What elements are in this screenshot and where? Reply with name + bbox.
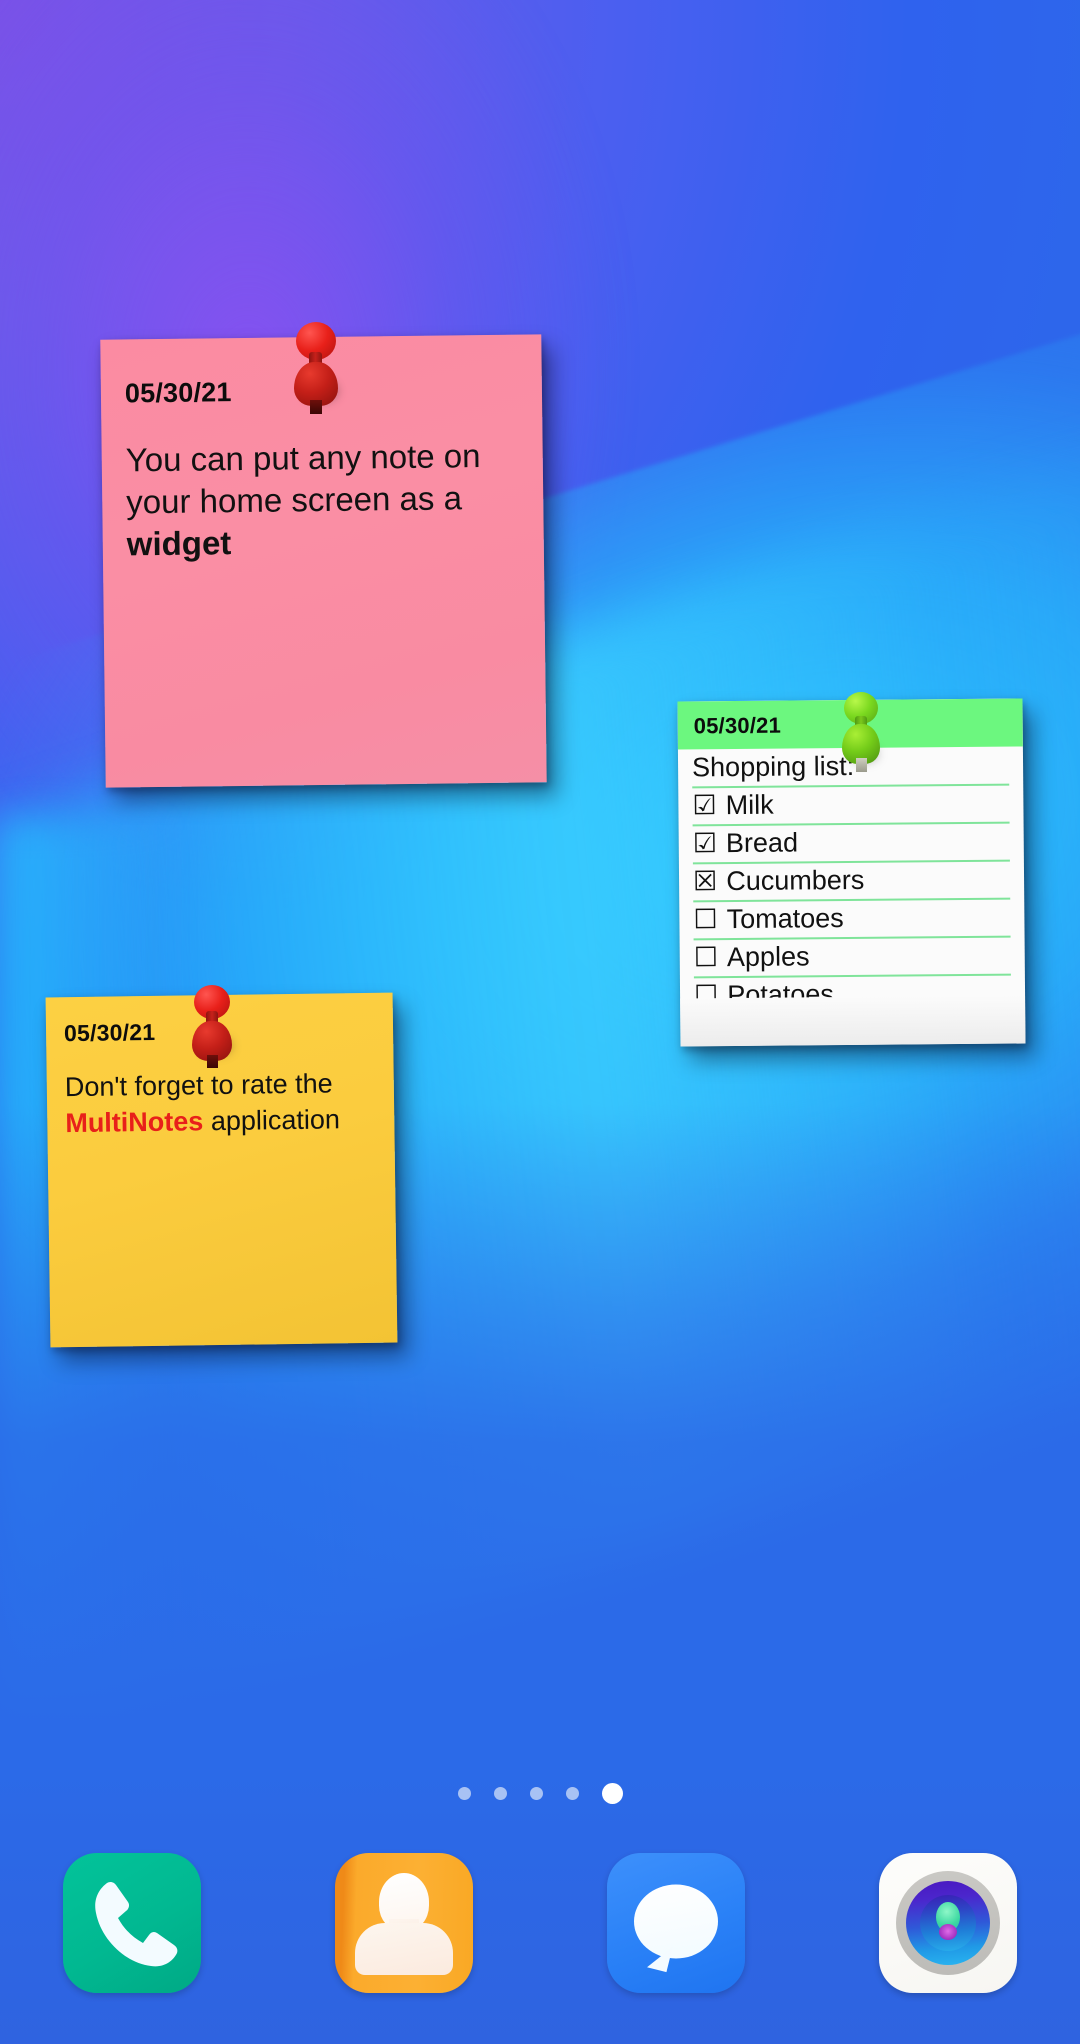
list-item-label: Cucumbers	[726, 864, 865, 897]
shopping-list-title: Shopping list:	[691, 746, 1010, 789]
note-yellow-body-suffix: application	[203, 1104, 341, 1137]
note-pink-date: 05/30/21	[124, 377, 232, 409]
speech-bubble-tail	[638, 1939, 673, 1973]
checkbox-crossed-icon[interactable]: ☒	[693, 864, 718, 899]
camera-lens-inner	[920, 1895, 976, 1951]
dock-item-camera[interactable]	[879, 1853, 1017, 1993]
shopping-list: Shopping list: ☑ Milk ☑ Bread ☒ Cucumber…	[678, 746, 1025, 1017]
checkbox-empty-icon[interactable]: ☐	[693, 902, 718, 937]
phone-icon[interactable]	[63, 1853, 201, 1993]
checkbox-icon[interactable]: ☑	[692, 788, 717, 823]
checkbox-empty-icon[interactable]: ☐	[694, 940, 719, 975]
list-item-label: Milk	[725, 789, 774, 821]
note-pink-body-text: You can put any note on your home screen…	[125, 437, 481, 521]
list-item-label: Tomatoes	[726, 903, 844, 935]
dock-item-phone[interactable]	[63, 1853, 201, 1993]
contacts-body-glyph	[355, 1923, 453, 1975]
dock-item-messages[interactable]	[607, 1853, 745, 1993]
page-indicator	[0, 1783, 1080, 1804]
list-item-label: Apples	[726, 941, 810, 973]
note-widget-green-shopping-list[interactable]: 05/30/21 Shopping list: ☑ Milk ☑ Bread ☒…	[677, 698, 1026, 1047]
camera-lens	[906, 1881, 990, 1965]
note-green-date: 05/30/21	[693, 712, 782, 739]
messages-icon[interactable]	[607, 1853, 745, 1993]
note-pink-body-bold: widget	[126, 524, 232, 563]
page-dot-1[interactable]	[457, 1787, 471, 1800]
camera-ring	[896, 1871, 1000, 1975]
page-dot-4[interactable]	[565, 1787, 579, 1800]
dock	[0, 1853, 1080, 2003]
note-yellow-date: 05/30/21	[63, 1018, 156, 1047]
page-dot-3[interactable]	[529, 1787, 543, 1800]
note-yellow-app-name: MultiNotes	[65, 1106, 204, 1139]
note-yellow-body-prefix: Don't forget to rate the	[64, 1068, 333, 1103]
note-widget-yellow[interactable]: 05/30/21 Don't forget to rate the MultiN…	[45, 992, 398, 1348]
camera-icon[interactable]	[879, 1853, 1017, 1993]
phone-glyph	[95, 1881, 178, 1967]
list-item[interactable]: ☐ Apples	[693, 937, 1011, 979]
contacts-icon[interactable]	[335, 1853, 473, 1993]
page-dot-5-active[interactable]	[601, 1783, 623, 1804]
note-pink-body: You can put any note on your home screen…	[125, 435, 525, 566]
note-widget-pink[interactable]: 05/30/21 You can put any note on your ho…	[100, 334, 547, 788]
page-dot-2[interactable]	[493, 1787, 507, 1800]
checkbox-icon[interactable]: ☑	[693, 826, 718, 861]
list-item[interactable]: ☑ Bread	[692, 823, 1010, 865]
note-green-bottom-fade	[680, 995, 1026, 1047]
dock-item-contacts[interactable]	[335, 1853, 473, 1993]
list-item[interactable]: ☐ Tomatoes	[693, 899, 1011, 941]
camera-lens-accent	[939, 1924, 957, 1941]
note-yellow-body: Don't forget to rate the MultiNotes appl…	[65, 1065, 384, 1141]
list-item[interactable]: ☒ Cucumbers	[692, 861, 1011, 903]
list-item-label: Bread	[725, 827, 799, 859]
list-item[interactable]: ☑ Milk	[692, 785, 1010, 827]
